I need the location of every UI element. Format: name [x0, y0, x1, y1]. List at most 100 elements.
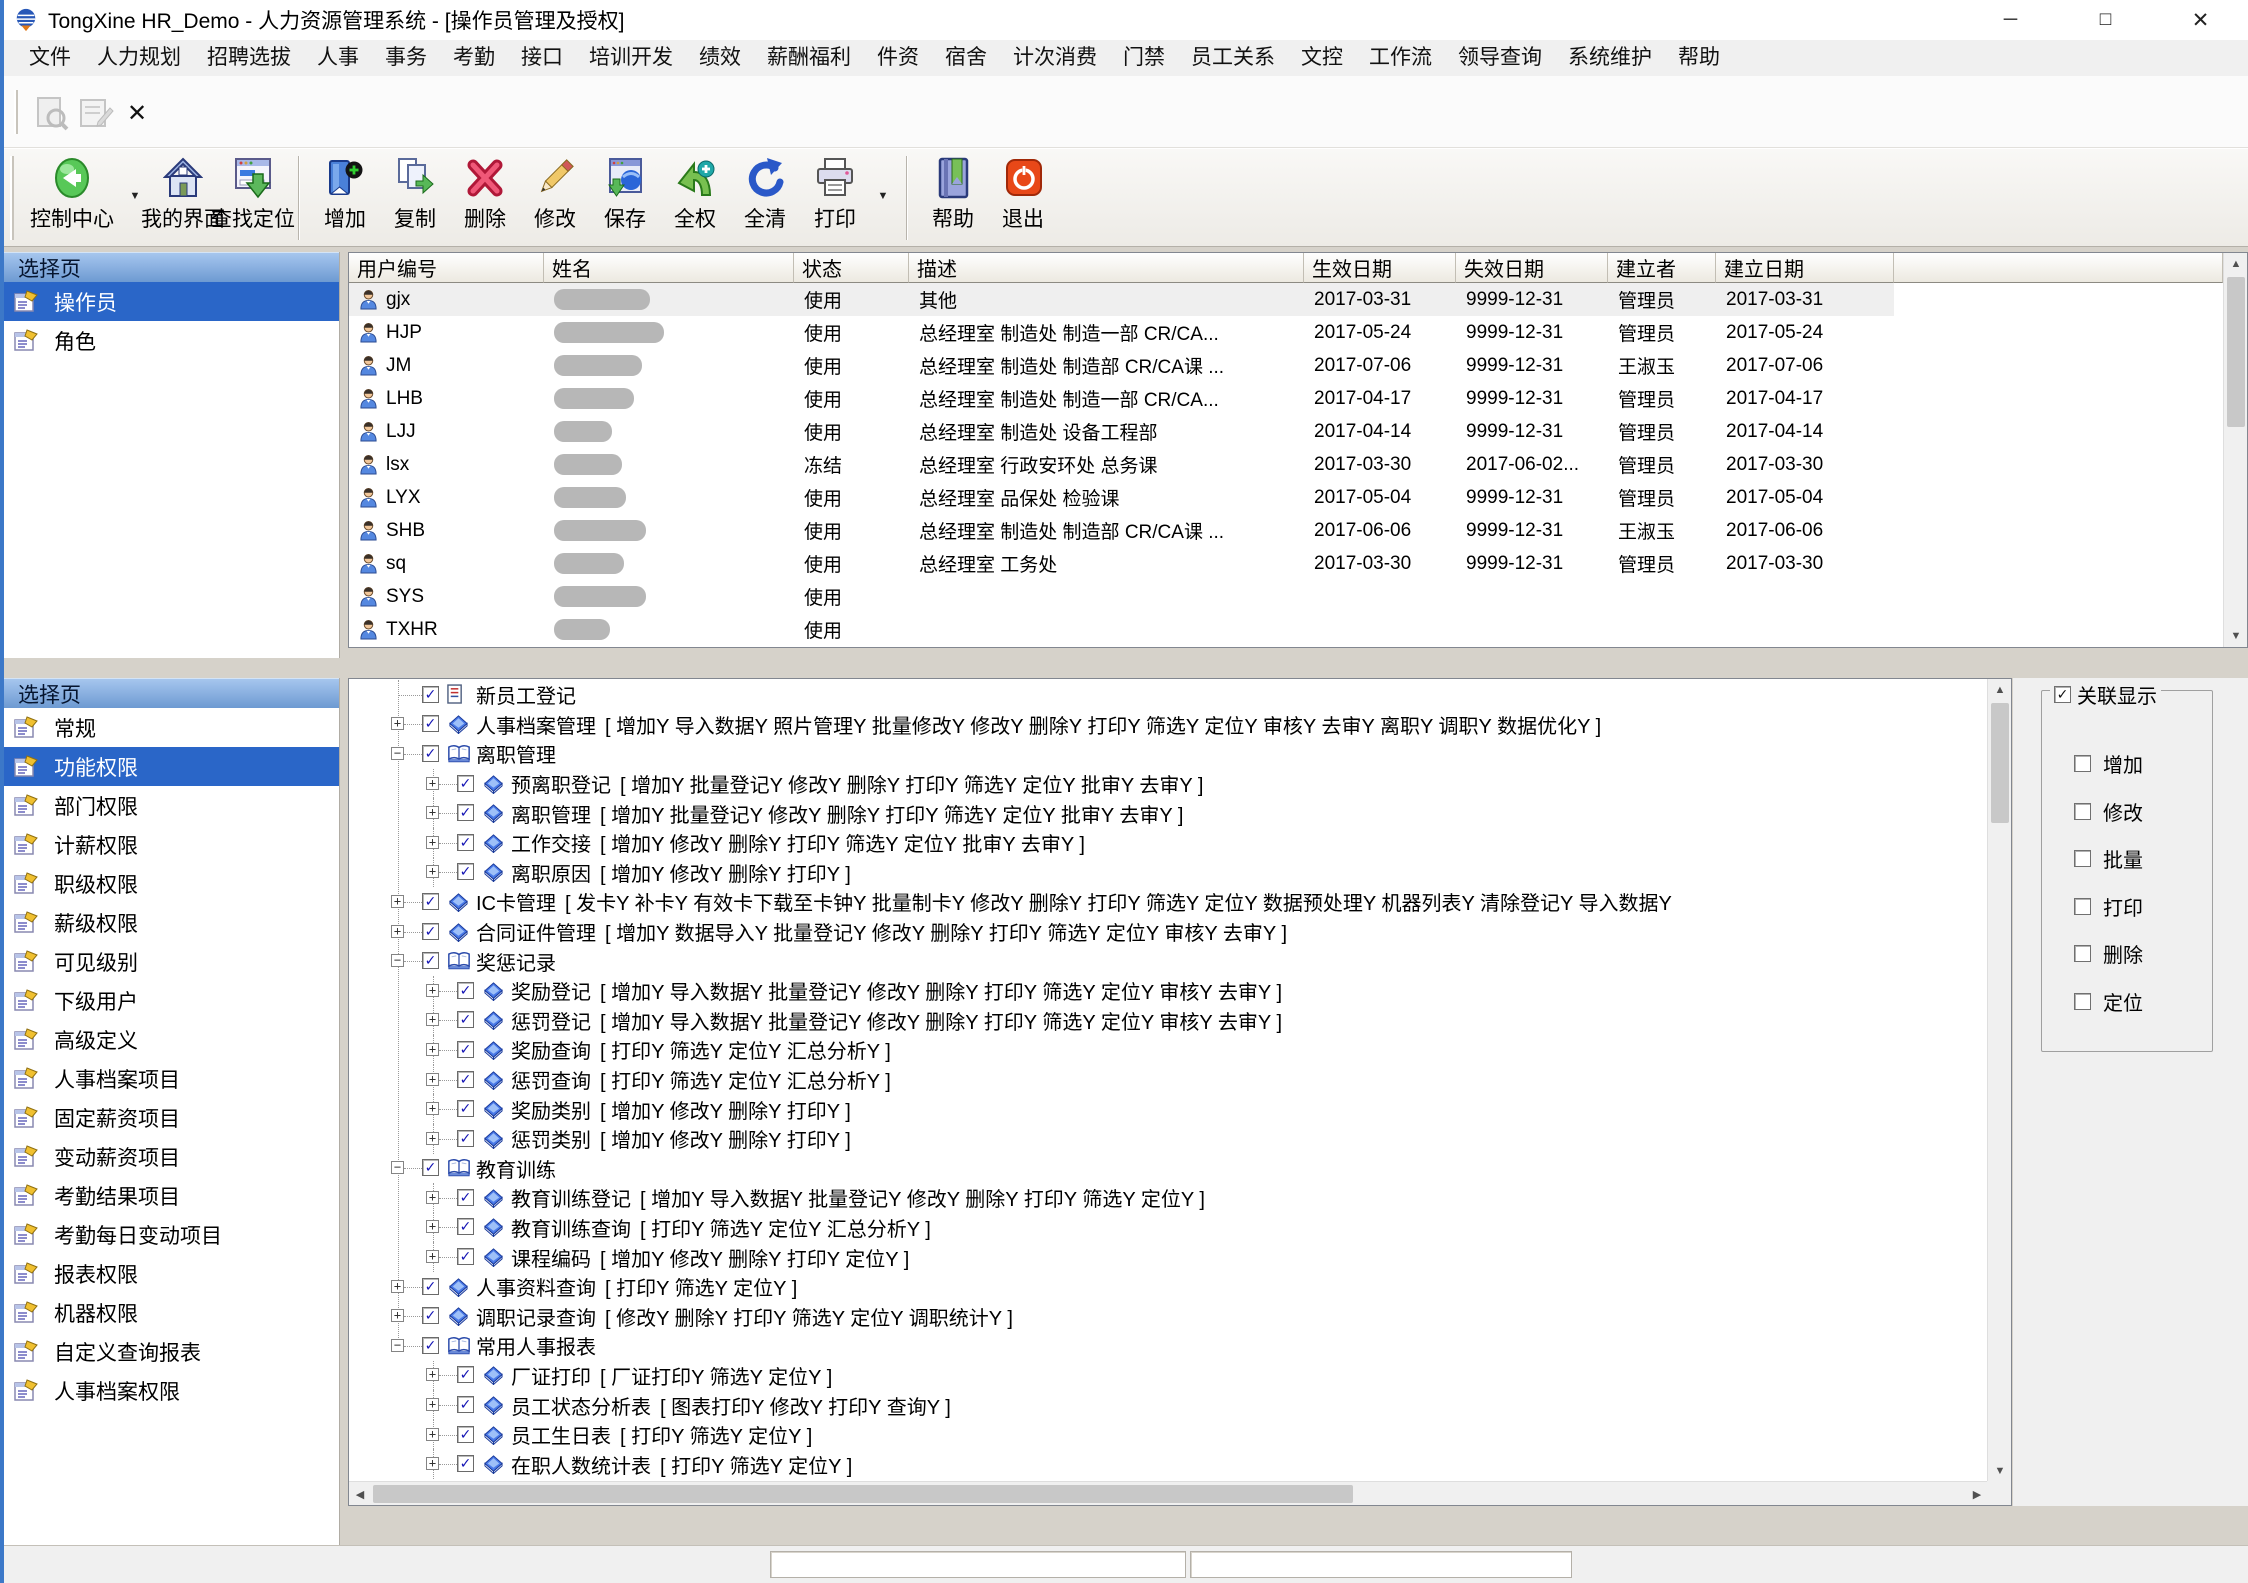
tree-row[interactable]: +✓奖励类别[ 增加Y 修改Y 删除Y 打印Y ]	[350, 1094, 1986, 1124]
tree-checkbox[interactable]: ✓	[422, 1307, 439, 1324]
toolbar-button-copy[interactable]: 复制	[380, 149, 450, 243]
edit-view-icon[interactable]	[76, 94, 114, 132]
scroll-up-icon[interactable]: ▲	[1988, 679, 2012, 701]
sidebar-item-考勤结果项目[interactable]: 考勤结果项目	[4, 1176, 339, 1215]
tree-row[interactable]: −✓常用人事报表	[350, 1331, 1986, 1361]
tree-row[interactable]: +✓教育训练登记[ 增加Y 导入数据Y 批量登记Y 修改Y 删除Y 打印Y 筛选…	[350, 1183, 1986, 1213]
collapse-minus-toggle[interactable]: −	[391, 1161, 404, 1174]
tree-checkbox[interactable]: ✓	[457, 804, 474, 821]
tree-row[interactable]: +✓员工状态分析表[ 图表打印Y 修改Y 打印Y 查询Y ]	[350, 1390, 1986, 1420]
menu-item[interactable]: 宿舍	[932, 40, 1000, 76]
expand-plus-toggle[interactable]: +	[426, 1013, 439, 1026]
expand-plus-toggle[interactable]: +	[426, 1457, 439, 1470]
tree-row[interactable]: +✓预离职登记[ 增加Y 批量登记Y 修改Y 删除Y 打印Y 筛选Y 定位Y 批…	[350, 769, 1986, 799]
tree-checkbox[interactable]: ✓	[457, 1130, 474, 1147]
table-header-生效日期[interactable]: 生效日期	[1304, 253, 1456, 283]
toolbar-button-grant[interactable]: 全权	[660, 149, 730, 243]
tree-row[interactable]: +✓惩罚类别[ 增加Y 修改Y 删除Y 打印Y ]	[350, 1124, 1986, 1154]
tree-checkbox[interactable]: ✓	[457, 1396, 474, 1413]
tree-vertical-scrollbar[interactable]: ▲ ▼	[1987, 679, 2011, 1482]
tree-row[interactable]: +✓离职原因[ 增加Y 修改Y 删除Y 打印Y ]	[350, 858, 1986, 888]
toolbar-button-help[interactable]: 帮助	[918, 149, 988, 243]
table-header-用户编号[interactable]: 用户编号	[349, 253, 544, 283]
related-option-定位[interactable]: 定位	[2074, 987, 2143, 1016]
expand-plus-toggle[interactable]: +	[426, 836, 439, 849]
toolbar-grip[interactable]	[14, 90, 18, 134]
table-header-描述[interactable]: 描述	[909, 253, 1304, 283]
sidebar-item-变动薪资项目[interactable]: 变动薪资项目	[4, 1137, 339, 1176]
tree-checkbox[interactable]: ✓	[422, 952, 439, 969]
expand-plus-toggle[interactable]: +	[426, 1250, 439, 1263]
tree-row[interactable]: +✓工作交接[ 增加Y 修改Y 删除Y 打印Y 筛选Y 定位Y 批审Y 去审Y …	[350, 828, 1986, 858]
toolbar-grip[interactable]	[10, 156, 14, 240]
scroll-down-icon[interactable]: ▼	[2224, 625, 2248, 647]
expand-plus-toggle[interactable]: +	[426, 1398, 439, 1411]
sidebar-item-部门权限[interactable]: 部门权限	[4, 786, 339, 825]
menu-item[interactable]: 文控	[1288, 40, 1356, 76]
expand-plus-toggle[interactable]: +	[391, 717, 404, 730]
related-option-批量[interactable]: 批量	[2074, 844, 2143, 873]
option-checkbox[interactable]	[2074, 803, 2091, 820]
tree-row[interactable]: +✓调职记录查询[ 修改Y 删除Y 打印Y 筛选Y 定位Y 调职统计Y ]	[350, 1301, 1986, 1331]
toolbar-button-add[interactable]: 增加	[310, 149, 380, 243]
collapse-minus-toggle[interactable]: −	[391, 954, 404, 967]
table-row[interactable]: LYX使用总经理室 品保处 检验课2017-05-049999-12-31管理员…	[349, 481, 2223, 514]
sidebar-item-自定义查询报表[interactable]: 自定义查询报表	[4, 1332, 339, 1371]
sidebar-item-薪级权限[interactable]: 薪级权限	[4, 903, 339, 942]
menu-item[interactable]: 系统维护	[1555, 40, 1665, 76]
option-checkbox[interactable]	[2074, 898, 2091, 915]
toolbar-button-clear[interactable]: 全清	[730, 149, 800, 243]
tree-checkbox[interactable]: ✓	[422, 715, 439, 732]
collapse-minus-toggle[interactable]: −	[391, 747, 404, 760]
preview-icon[interactable]	[32, 94, 70, 132]
table-row[interactable]: LHB使用总经理室 制造处 制造一部 CR/CA...2017-04-17999…	[349, 382, 2223, 415]
expand-plus-toggle[interactable]: +	[426, 806, 439, 819]
table-row[interactable]: sq使用总经理室 工务处2017-03-309999-12-31管理员2017-…	[349, 547, 2223, 580]
tree-checkbox[interactable]: ✓	[422, 893, 439, 910]
menu-item[interactable]: 招聘选拔	[194, 40, 304, 76]
table-row[interactable]: SYS使用	[349, 580, 2223, 613]
tree-row[interactable]: +✓惩罚查询[ 打印Y 筛选Y 定位Y 汇总分析Y ]	[350, 1065, 1986, 1095]
table-header-empty[interactable]	[1894, 253, 2223, 283]
tree-row[interactable]: +✓IC卡管理[ 发卡Y 补卡Y 有效卡下载至卡钟Y 批量制卡Y 修改Y 删除Y…	[350, 887, 1986, 917]
expand-plus-toggle[interactable]: +	[426, 1191, 439, 1204]
scrollbar-thumb[interactable]	[1991, 703, 2009, 823]
menu-item[interactable]: 事务	[372, 40, 440, 76]
toolbar-button-print[interactable]: 打印	[800, 149, 870, 243]
sidebar-item-考勤每日变动项目[interactable]: 考勤每日变动项目	[4, 1215, 339, 1254]
table-row[interactable]: JM使用总经理室 制造处 制造部 CR/CA课 ...2017-07-06999…	[349, 349, 2223, 382]
sidebar-item-固定薪资项目[interactable]: 固定薪资项目	[4, 1098, 339, 1137]
toolbar-button-delete[interactable]: 删除	[450, 149, 520, 243]
close-button[interactable]: ✕	[2153, 0, 2248, 40]
table-row[interactable]: SHB使用总经理室 制造处 制造部 CR/CA课 ...2017-06-0699…	[349, 514, 2223, 547]
scrollbar-thumb[interactable]	[2227, 277, 2245, 427]
tree-row[interactable]: −✓教育训练	[350, 1154, 1986, 1184]
scroll-down-icon[interactable]: ▼	[1988, 1460, 2012, 1482]
toolbar-button-exit[interactable]: 退出	[988, 149, 1058, 243]
sidebar-item-下级用户[interactable]: 下级用户	[4, 981, 339, 1020]
sidebar-item-常规[interactable]: 常规	[4, 708, 339, 747]
menu-item[interactable]: 考勤	[440, 40, 508, 76]
sidebar-item-操作员[interactable]: 操作员	[4, 282, 339, 321]
option-checkbox[interactable]	[2074, 850, 2091, 867]
tree-checkbox[interactable]: ✓	[422, 1337, 439, 1354]
tree-row[interactable]: +✓合同证件管理[ 增加Y 数据导入Y 批量登记Y 修改Y 删除Y 打印Y 筛选…	[350, 917, 1986, 947]
sidebar-item-功能权限[interactable]: 功能权限	[4, 747, 339, 786]
toolbar-button-edit[interactable]: 修改	[520, 149, 590, 243]
scrollbar-thumb[interactable]	[373, 1485, 1353, 1503]
sidebar-item-角色[interactable]: 角色	[4, 321, 339, 360]
table-header-建立者[interactable]: 建立者	[1608, 253, 1716, 283]
table-header-姓名[interactable]: 姓名	[544, 253, 794, 283]
tree-checkbox[interactable]: ✓	[457, 1100, 474, 1117]
tree-checkbox[interactable]: ✓	[457, 982, 474, 999]
menu-item[interactable]: 绩效	[686, 40, 754, 76]
toolbar-button-find[interactable]: 查找定位	[218, 149, 288, 243]
menu-item[interactable]: 件资	[864, 40, 932, 76]
tree-checkbox[interactable]: ✓	[457, 834, 474, 851]
table-header-状态[interactable]: 状态	[794, 253, 909, 283]
expand-plus-toggle[interactable]: +	[426, 1428, 439, 1441]
tree-row[interactable]: +✓人事资料查询[ 打印Y 筛选Y 定位Y ]	[350, 1272, 1986, 1302]
tree-checkbox[interactable]: ✓	[457, 1218, 474, 1235]
tree-checkbox[interactable]: ✓	[457, 775, 474, 792]
tree-checkbox[interactable]: ✓	[457, 1426, 474, 1443]
